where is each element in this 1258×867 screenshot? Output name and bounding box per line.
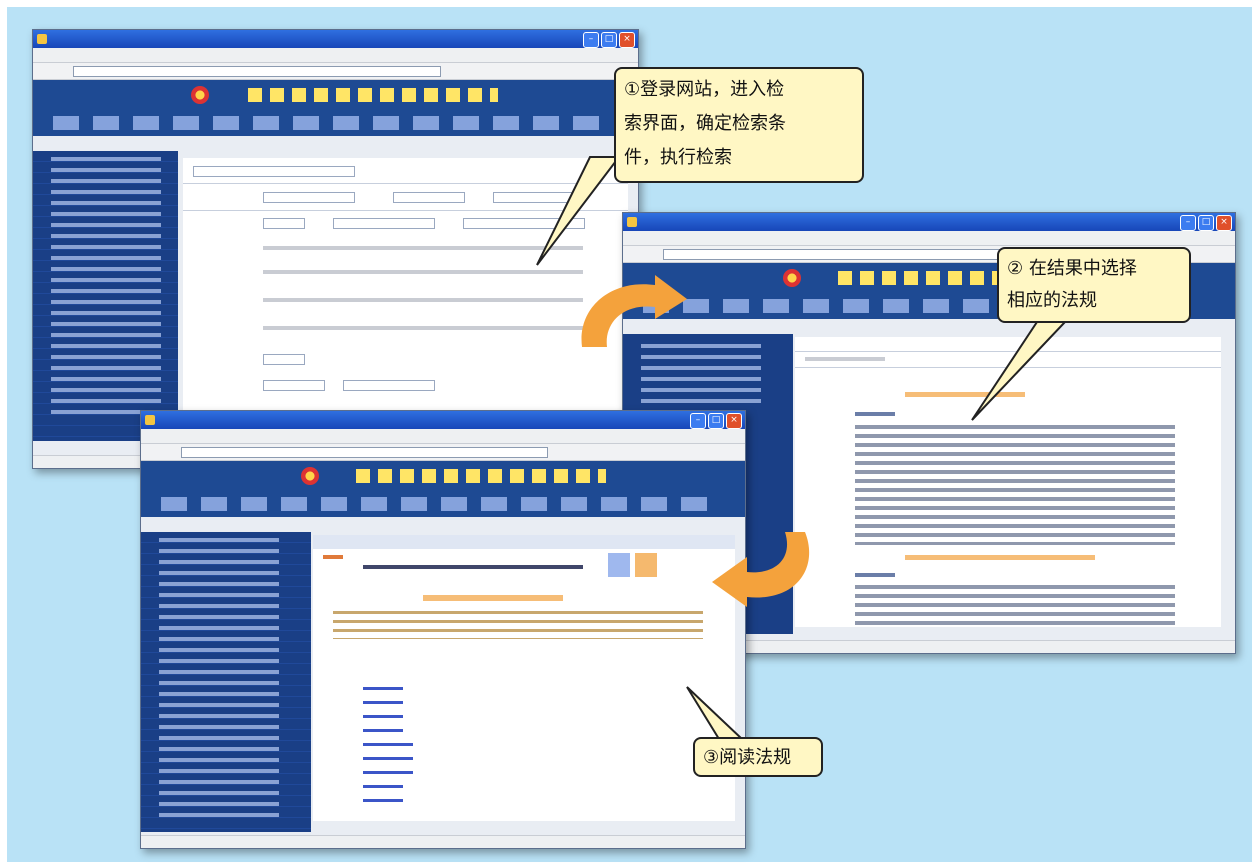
illustration-background: – □ × – □ × – □ × ①登录网站，进入检 索界面，确定检索条 件，…	[7, 7, 1252, 862]
callout-step2-line2: 相应的法规	[1007, 290, 1097, 311]
callout-step1: ①登录网站，进入检 索界面，确定检索条 件，执行检索	[614, 67, 864, 183]
callout-step1-line2: 索界面，确定检索条	[624, 113, 786, 134]
curved-arrow-icon	[581, 275, 810, 607]
callout-step2-line1: ② 在结果中选择	[1007, 258, 1137, 279]
callout-step3: ③阅读法规	[693, 737, 823, 777]
callout1-pointer	[536, 156, 622, 266]
callout3-pointer	[686, 686, 745, 740]
callout-step3-text: ③阅读法规	[703, 747, 792, 768]
callout-step2: ② 在结果中选择 相应的法规	[997, 247, 1191, 323]
callout-step1-line1: ①登录网站，进入检	[624, 79, 785, 100]
callout-step1-line3: 件，执行检索	[624, 147, 732, 168]
callout2-pointer	[971, 321, 1068, 421]
